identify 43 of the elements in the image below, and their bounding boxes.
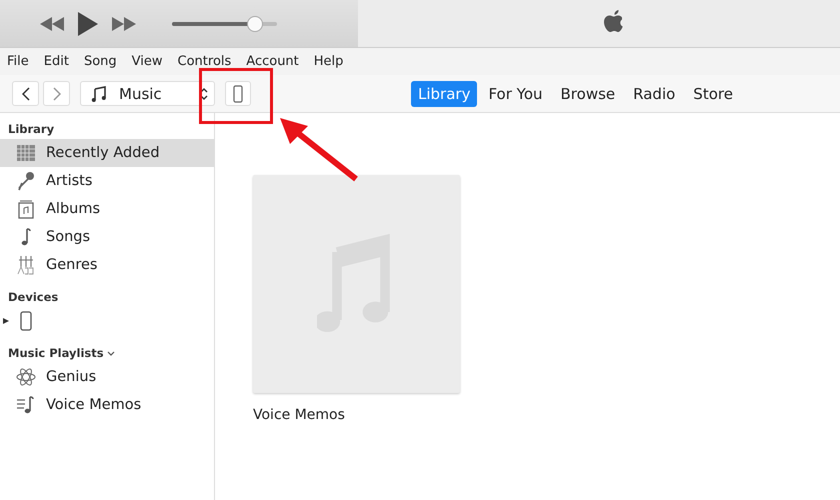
tab[interactable]: Radio xyxy=(626,80,682,106)
sidebar-item[interactable]: Recently Added xyxy=(0,139,214,167)
calendar-grid-icon xyxy=(16,143,36,163)
tab[interactable]: For You xyxy=(481,80,550,106)
album-icon xyxy=(16,199,36,219)
album-title[interactable]: Voice Memos xyxy=(253,407,463,423)
device-button[interactable] xyxy=(225,81,251,106)
guitar-icon xyxy=(16,255,36,275)
disclosure-triangle-icon[interactable] xyxy=(3,318,9,324)
menu-item[interactable]: Help xyxy=(314,54,344,69)
menu-item[interactable]: File xyxy=(7,54,29,69)
tab[interactable]: Store xyxy=(686,80,740,106)
chevron-left-icon xyxy=(22,86,30,100)
atom-icon xyxy=(16,367,36,387)
phone-icon xyxy=(233,84,243,102)
menu-item[interactable]: View xyxy=(132,54,163,69)
sidebar-item[interactable]: Artists xyxy=(0,167,214,195)
menu-item[interactable]: Song xyxy=(84,54,117,69)
sidebar-item[interactable]: Albums xyxy=(0,195,214,223)
sidebar-item[interactable]: Songs xyxy=(0,223,214,251)
chevron-down-icon[interactable] xyxy=(106,350,115,356)
back-button[interactable] xyxy=(12,81,39,106)
tab[interactable]: Library xyxy=(411,80,478,106)
source-dropdown[interactable]: Music xyxy=(80,81,215,106)
menu-item[interactable]: Account xyxy=(246,54,299,69)
microphone-icon xyxy=(16,171,36,191)
section-title: Music Playlists xyxy=(8,346,104,360)
section-title: Library xyxy=(8,122,54,136)
play-icon[interactable] xyxy=(78,12,98,36)
rewind-icon[interactable] xyxy=(40,16,64,30)
sidebar-item[interactable]: Voice Memos xyxy=(0,391,214,419)
up-down-arrows-icon xyxy=(200,86,208,100)
fast-forward-icon[interactable] xyxy=(112,16,136,30)
playlist-icon xyxy=(16,395,36,415)
tab[interactable]: Browse xyxy=(554,80,622,106)
menu-item[interactable]: Edit xyxy=(44,54,69,69)
sidebar-item[interactable]: Genius xyxy=(0,363,214,391)
volume-slider[interactable] xyxy=(172,16,277,32)
section-title: Devices xyxy=(8,290,58,304)
menu-item[interactable]: Controls xyxy=(178,54,232,69)
chevron-right-icon xyxy=(52,86,60,100)
sidebar-item[interactable]: Genres xyxy=(0,251,214,279)
music-note-icon xyxy=(91,86,107,102)
